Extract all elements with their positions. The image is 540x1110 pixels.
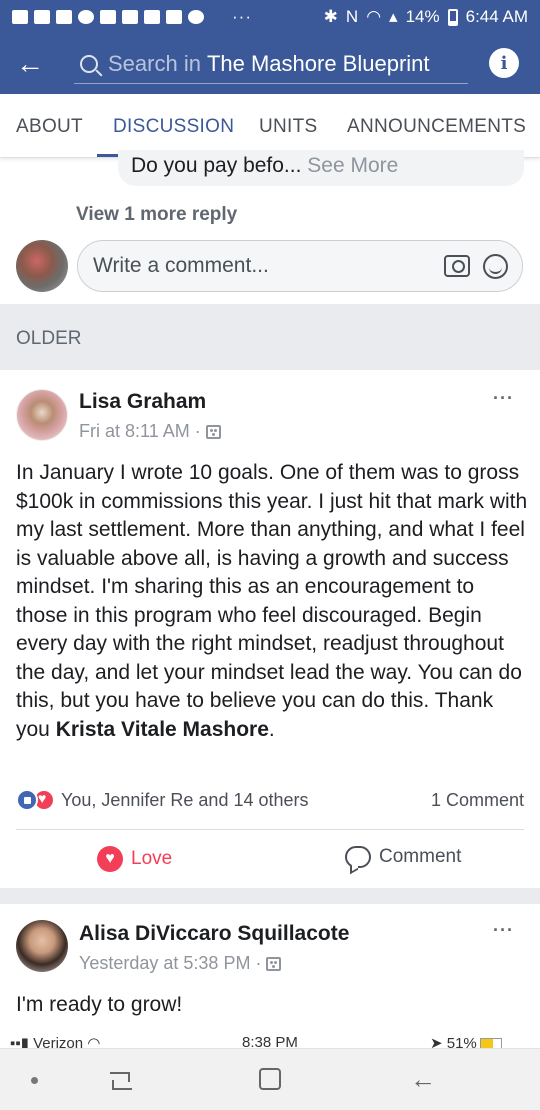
system-status: ✱ N ◠ ▴ 14% 6:44 AM: [324, 7, 528, 27]
reply-bubble: Do you pay befo... See More: [118, 150, 524, 186]
more-options-icon[interactable]: ···: [493, 388, 514, 409]
search-prefix: Search in: [108, 50, 201, 76]
facebook-icon: [34, 10, 50, 24]
heart-icon: ♥: [97, 846, 123, 872]
tab-units[interactable]: UNITS: [259, 116, 318, 138]
status-bar: ··· ✱ N ◠ ▴ 14% 6:44 AM: [0, 0, 540, 34]
search-icon: [80, 54, 98, 73]
bluetooth-icon: ✱: [323, 7, 338, 26]
group-tabs: ABOUT DISCUSSION UNITS ANNOUNCEMENTS: [0, 94, 540, 158]
see-more-link[interactable]: See More: [307, 154, 398, 177]
message-icon: [12, 10, 28, 24]
view-more-replies-link[interactable]: View 1 more reply: [76, 204, 237, 226]
email-icon: [100, 10, 116, 24]
recent-apps-icon[interactable]: [110, 1066, 132, 1090]
gmail-icon: [144, 10, 160, 24]
back-arrow-icon[interactable]: ←: [0, 34, 60, 94]
mention-suffix: .: [268, 717, 275, 741]
embedded-battery: ➤ 51%: [430, 1034, 502, 1048]
app-header: ← Search in The Mashore Blueprint i: [0, 34, 540, 94]
search-input[interactable]: Search in The Mashore Blueprint: [74, 44, 468, 84]
love-button-label: Love: [131, 848, 173, 869]
post-timestamp[interactable]: Fri at 8:11 AM ·: [79, 421, 221, 442]
group-icon: [266, 956, 282, 971]
post-author[interactable]: Alisa DiViccaro Squillacote: [79, 922, 349, 946]
battery-percent: 14%: [405, 7, 440, 26]
clock: 6:44 AM: [465, 7, 528, 26]
emoji-icon[interactable]: [483, 254, 508, 279]
group-icon: [205, 424, 221, 439]
back-icon[interactable]: ←: [410, 1066, 436, 1092]
signal-icon: ▴: [389, 7, 398, 26]
avatar[interactable]: [16, 389, 68, 441]
post-separator: [0, 888, 540, 904]
tab-discussion[interactable]: DISCUSSION: [113, 116, 234, 138]
tab-about[interactable]: ABOUT: [16, 116, 83, 138]
post-time-text: Fri at 8:11 AM: [79, 421, 190, 441]
battery-icon: [447, 8, 458, 26]
more-notifications-icon: ···: [232, 7, 252, 26]
comment-button[interactable]: Comment: [345, 846, 461, 868]
post-time-text: Yesterday at 5:38 PM: [79, 953, 251, 973]
mail-icon: [166, 10, 182, 24]
inbox-icon: [122, 10, 138, 24]
reactions-summary[interactable]: You, Jennifer Re and 14 others: [16, 789, 309, 811]
post-body: In January I wrote 10 goals. One of them…: [16, 459, 528, 744]
tab-announcements[interactable]: ANNOUNCEMENTS: [347, 116, 526, 138]
comment-button-label: Comment: [379, 846, 462, 867]
home-icon[interactable]: [259, 1068, 281, 1090]
avatar: [16, 240, 68, 292]
notification-icons: ···: [12, 7, 252, 27]
post-author[interactable]: Lisa Graham: [79, 390, 206, 414]
reply-text: Do you pay befo...: [131, 154, 302, 177]
like-reaction-icon: [16, 789, 38, 811]
love-button[interactable]: ♥ Love: [97, 846, 172, 872]
post-timestamp[interactable]: Yesterday at 5:38 PM ·: [79, 953, 282, 974]
instagram-icon: [188, 10, 204, 24]
comment-bubble-icon: [345, 846, 371, 868]
avatar[interactable]: [16, 920, 68, 972]
older-section-header: OLDER: [0, 304, 540, 370]
camera-icon[interactable]: [444, 255, 470, 277]
info-icon[interactable]: i: [489, 48, 519, 78]
wifi-icon: ◠: [366, 7, 382, 26]
comment-placeholder: Write a comment...: [93, 254, 269, 277]
comment-count[interactable]: 1 Comment: [431, 790, 524, 811]
more-options-icon[interactable]: ···: [493, 920, 514, 941]
nfc-icon: N: [345, 7, 359, 26]
search-group-name: The Mashore Blueprint: [206, 50, 430, 76]
post-image[interactable]: ▪▪▮ Verizon ◠ 8:38 PM ➤ 51%: [0, 1030, 540, 1048]
older-label: OLDER: [16, 328, 82, 349]
embedded-carrier: ▪▪▮ Verizon ◠: [10, 1035, 101, 1048]
messenger-icon: [78, 10, 94, 24]
mail-icon: [56, 10, 72, 24]
post-text: I'm ready to grow!: [16, 993, 183, 1016]
reactions-label: You, Jennifer Re and 14 others: [61, 789, 309, 810]
nav-dot-icon[interactable]: [31, 1077, 38, 1084]
mention-link[interactable]: Krista Vitale Mashore: [56, 718, 269, 741]
divider: [16, 829, 524, 830]
embedded-time: 8:38 PM: [242, 1034, 298, 1048]
post-text: In January I wrote 10 goals. One of them…: [16, 461, 528, 741]
system-nav-bar: ←: [0, 1048, 540, 1110]
